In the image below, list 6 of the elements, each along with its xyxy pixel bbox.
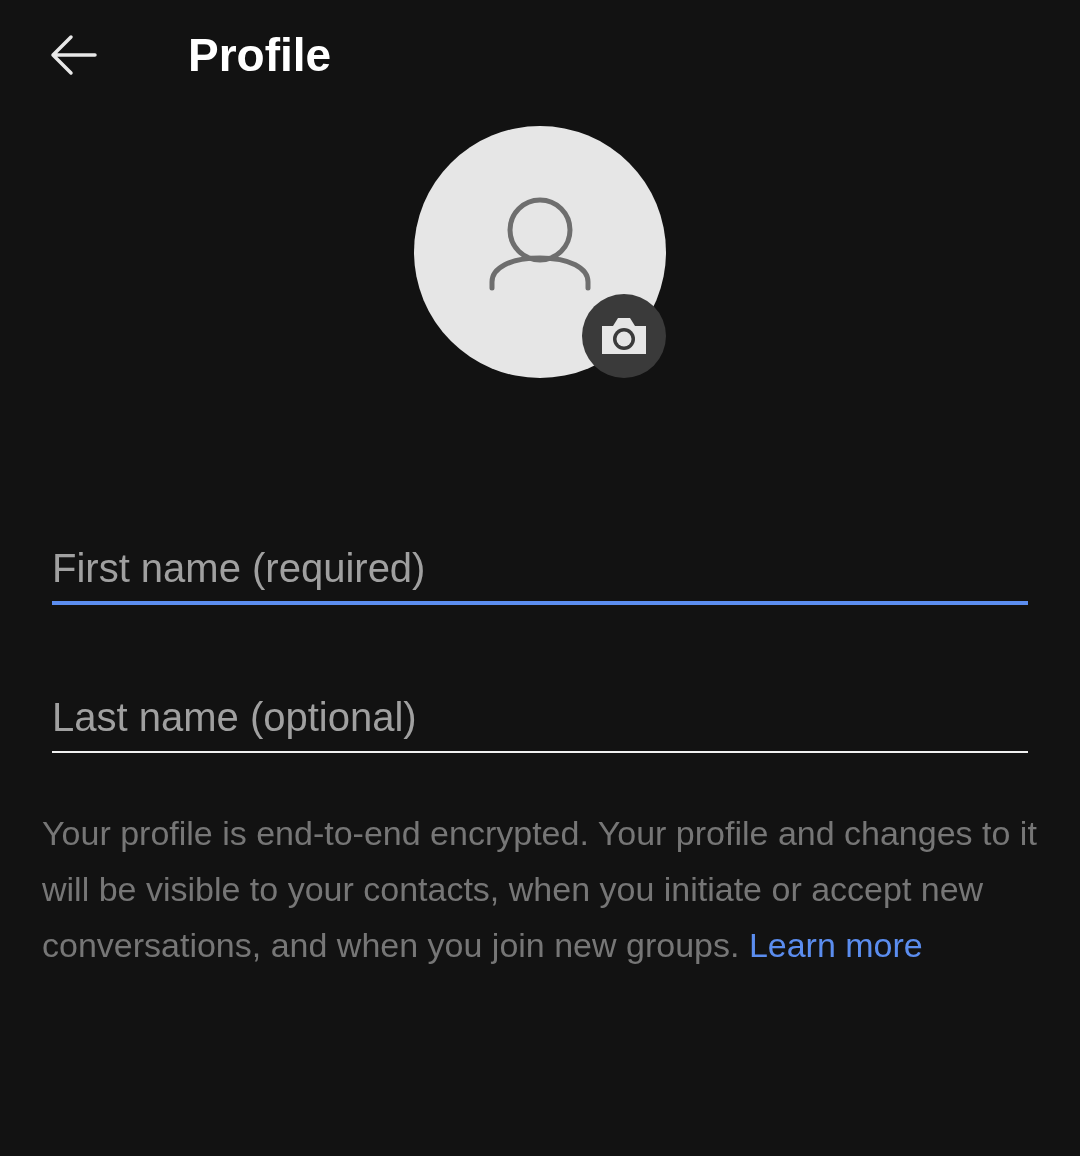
back-arrow-icon — [49, 33, 97, 77]
screen-title: Profile — [188, 28, 332, 82]
privacy-notice: Your profile is end-to-end encrypted. Your profile and changes to it will be visible to your contacts, when you initiate or accept new conversations, and when you join new groups. Learn more — [42, 813, 1038, 966]
learn-more-link[interactable]: Learn more — [748, 926, 923, 964]
name-field[interactable]: First name (required) — [52, 535, 1028, 605]
person-icon — [488, 196, 592, 292]
